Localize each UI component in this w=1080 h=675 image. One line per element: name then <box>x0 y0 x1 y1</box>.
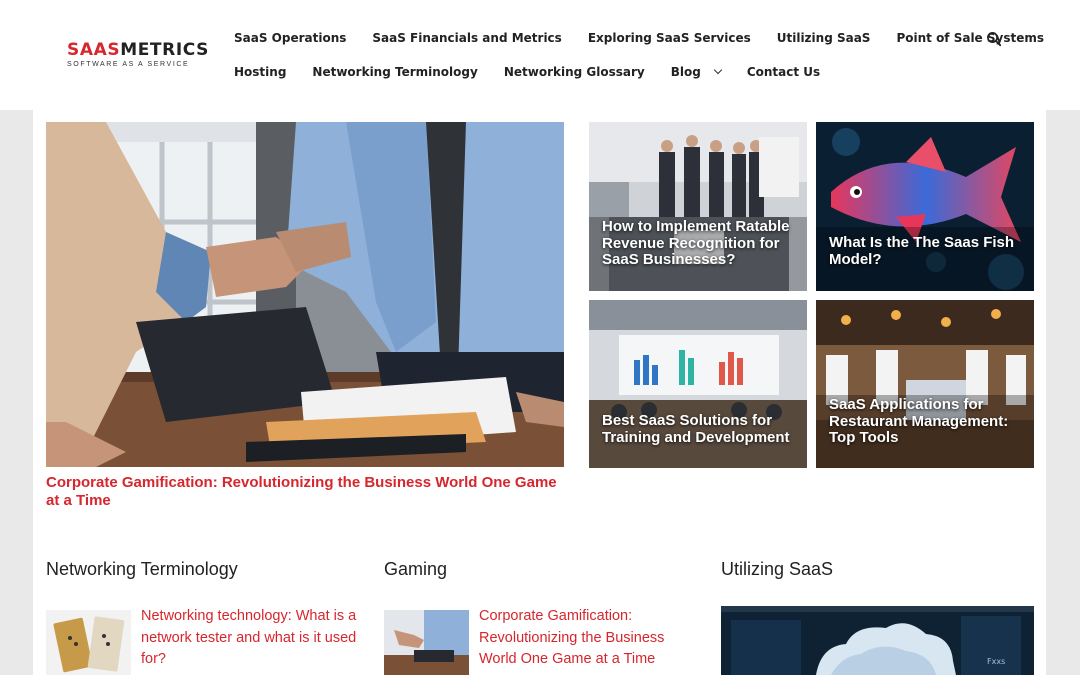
featured-tile-saas-fish-model[interactable]: What Is the The Saas Fish Model? <box>816 122 1034 291</box>
logo-dark-part: METRICS <box>120 40 209 60</box>
nav-networking-glossary[interactable]: Networking Glossary <box>491 63 658 81</box>
section-title-gaming: Gaming <box>384 559 448 579</box>
post-link-network-tester[interactable]: Networking technology: What is a network… <box>141 606 366 671</box>
nav-saas-operations[interactable]: SaaS Operations <box>221 29 359 47</box>
logo-tagline: SOFTWARE AS A SERVICE <box>67 61 190 68</box>
post-thumbnail-corporate-gamification[interactable] <box>384 610 469 675</box>
nav-point-of-sale[interactable]: Point of Sale Systems <box>883 29 1057 47</box>
nav-hosting[interactable]: Hosting <box>221 63 299 81</box>
featured-tile-revenue-recognition[interactable]: How to Implement Ratable Revenue Recogni… <box>589 122 807 291</box>
featured-tile-restaurant-management[interactable]: SaaS Applications for Restaurant Managem… <box>816 300 1034 468</box>
main-content: Corporate Gamification: Revolutionizing … <box>33 110 1046 675</box>
network-tester-photo <box>46 610 131 675</box>
nav-blog[interactable]: Blog <box>658 63 734 81</box>
section-title-utilizing-saas: Utilizing SaaS <box>721 559 834 579</box>
post-thumbnail-utilizing-saas[interactable]: Fxxs <box>721 606 1034 675</box>
featured-tile-title: Best SaaS Solutions for Training and Dev… <box>602 412 790 446</box>
handshake-thumbnail-photo <box>384 610 469 675</box>
handshake-photo <box>46 122 564 467</box>
hero-featured-image[interactable] <box>46 122 564 467</box>
nav-blog-label: Blog <box>670 65 701 79</box>
featured-tile-training-solutions[interactable]: Best SaaS Solutions for Training and Dev… <box>589 300 807 468</box>
nav-saas-financials[interactable]: SaaS Financials and Metrics <box>359 29 574 47</box>
site-header: SAASMETRICS SOFTWARE AS A SERVICE SaaS O… <box>0 0 1080 110</box>
post-thumbnail-network-tester[interactable] <box>46 610 131 675</box>
hero-title-link[interactable]: Corporate Gamification: Revolutionizing … <box>46 474 571 509</box>
nav-exploring-saas-services[interactable]: Exploring SaaS Services <box>575 29 764 47</box>
primary-nav-row-1: SaaS Operations SaaS Financials and Metr… <box>221 29 1057 47</box>
nav-networking-terminology[interactable]: Networking Terminology <box>299 63 490 81</box>
logo-red-part: SAAS <box>67 40 121 60</box>
nav-utilizing-saas[interactable]: Utilizing SaaS <box>764 29 884 47</box>
primary-nav-row-2: Hosting Networking Terminology Networkin… <box>221 63 833 81</box>
dashboard-tag-label: Fxxs <box>987 657 1005 666</box>
search-icon[interactable] <box>986 31 1002 47</box>
nav-contact-us[interactable]: Contact Us <box>734 63 833 81</box>
section-title-networking-terminology: Networking Terminology <box>46 559 238 579</box>
chevron-down-icon <box>713 65 723 75</box>
site-logo[interactable]: SAASMETRICS SOFTWARE AS A SERVICE <box>67 40 208 69</box>
featured-tile-title: What Is the The Saas Fish Model? <box>829 234 1015 268</box>
post-link-corporate-gamification[interactable]: Corporate Gamification: Revolutionizing … <box>479 606 704 671</box>
featured-tile-title: How to Implement Ratable Revenue Recogni… <box>602 218 790 268</box>
featured-tile-title: SaaS Applications for Restaurant Managem… <box>829 396 1009 446</box>
cloud-dashboard-photo: Fxxs <box>721 606 1034 675</box>
logo-wordmark: SAASMETRICS <box>67 40 208 60</box>
